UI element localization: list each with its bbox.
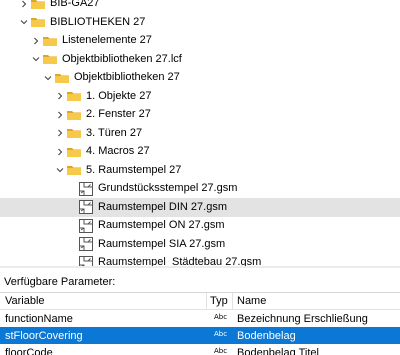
gsm-object-icon <box>78 218 94 234</box>
params-table[interactable]: Variable Typ Name functionName Abc Bezeich… <box>0 292 400 355</box>
collapse-chevron-icon[interactable] <box>54 161 66 180</box>
column-header-name[interactable]: Name <box>237 295 266 307</box>
tree-item[interactable]: 2. Fenster 27 <box>0 105 400 124</box>
tree-item-label: Raumstempel ON 27.gsm <box>98 216 225 235</box>
tree-item[interactable]: 5. Raumstempel 27 <box>0 161 400 180</box>
folder-icon <box>66 88 82 104</box>
tree-item-label: 2. Fenster 27 <box>86 105 151 124</box>
tree-indent-spacer <box>66 216 78 235</box>
params-table-header: Variable Typ Name <box>0 293 400 310</box>
tree-indent-spacer <box>66 198 78 217</box>
tree-item[interactable]: 1. Objekte 27 <box>0 87 400 106</box>
tree-item[interactable]: Grundstücksstempel 27.gsm <box>0 179 400 198</box>
param-row[interactable]: stFloorCovering Abc Bodenbelag <box>0 327 400 344</box>
folder-icon <box>66 107 82 123</box>
tree-item-label: 4. Macros 27 <box>86 142 150 161</box>
tree-indent-spacer <box>66 253 78 266</box>
folder-icon <box>30 0 46 12</box>
tree-item-label: Raumstempel DIN 27.gsm <box>98 198 227 217</box>
params-title: Verfügbare Parameter: <box>4 276 115 289</box>
tree-indent-spacer <box>66 235 78 254</box>
tree-item-label: Raumstempel_Städtebau 27.gsm <box>98 253 261 266</box>
gsm-object-icon <box>78 199 94 215</box>
tree-item[interactable]: 4. Macros 27 <box>0 142 400 161</box>
tree-item[interactable]: Objektbibliotheken 27 <box>0 68 400 87</box>
folder-icon <box>42 33 58 49</box>
tree-item[interactable]: Raumstempel ON 27.gsm <box>0 216 400 235</box>
expand-chevron-icon[interactable] <box>54 124 66 143</box>
param-name: Bodenbelag <box>237 330 296 342</box>
library-tree[interactable]: BIB-GA27BIBLIOTHEKEN 27Listenelemente 27… <box>0 0 400 266</box>
tree-item[interactable]: Raumstempel_Städtebau 27.gsm <box>0 253 400 266</box>
column-header-variable[interactable]: Variable <box>5 295 45 307</box>
collapse-chevron-icon[interactable] <box>42 68 54 87</box>
expand-chevron-icon[interactable] <box>54 142 66 161</box>
param-variable: functionName <box>5 313 73 325</box>
tree-item[interactable]: Objektbibliotheken 27.lcf <box>0 50 400 69</box>
tree-item-label: 1. Objekte 27 <box>86 87 151 106</box>
tree-item-label: BIBLIOTHEKEN 27 <box>50 13 145 32</box>
text-type-icon: Abc <box>214 313 227 321</box>
param-variable: stFloorCovering <box>5 330 83 342</box>
tree-item-label: Grundstücksstempel 27.gsm <box>98 179 237 198</box>
folder-icon <box>66 125 82 141</box>
tree-item[interactable]: 3. Türen 27 <box>0 124 400 143</box>
tree-item-label: Raumstempel SIA 27.gsm <box>98 235 225 254</box>
tree-item[interactable]: BIBLIOTHEKEN 27 <box>0 13 400 32</box>
column-divider[interactable] <box>232 293 233 309</box>
column-header-type[interactable]: Typ <box>210 295 228 307</box>
expand-chevron-icon[interactable] <box>30 31 42 50</box>
folder-icon <box>54 70 70 86</box>
collapse-chevron-icon[interactable] <box>18 13 30 32</box>
folder-icon <box>42 51 58 67</box>
tree-item[interactable]: Raumstempel SIA 27.gsm <box>0 235 400 254</box>
tree-item[interactable]: BIB-GA27 <box>0 0 400 13</box>
expand-chevron-icon[interactable] <box>54 105 66 124</box>
column-divider[interactable] <box>206 293 207 309</box>
expand-chevron-icon[interactable] <box>18 0 30 13</box>
expand-chevron-icon[interactable] <box>54 87 66 106</box>
param-row[interactable]: functionName Abc Bezeichnung Erschließung <box>0 310 400 327</box>
tree-item-label: 5. Raumstempel 27 <box>86 161 181 180</box>
tree-item-label: Objektbibliotheken 27.lcf <box>62 50 182 69</box>
collapse-chevron-icon[interactable] <box>30 50 42 69</box>
gsm-object-icon <box>78 255 94 267</box>
tree-item-label: Listenelemente 27 <box>62 31 152 50</box>
folder-icon <box>30 14 46 30</box>
gsm-object-icon <box>78 181 94 197</box>
param-row[interactable]: floorCodeAbcBodenbelag Titel <box>0 344 400 355</box>
tree-item[interactable]: Raumstempel DIN 27.gsm <box>0 198 400 217</box>
tree-item-label: Objektbibliotheken 27 <box>74 68 180 87</box>
folder-icon <box>66 144 82 160</box>
tree-indent-spacer <box>66 179 78 198</box>
folder-icon <box>66 162 82 178</box>
text-type-icon: Abc <box>214 330 227 338</box>
tree-item[interactable]: Listenelemente 27 <box>0 31 400 50</box>
tree-item-label: BIB-GA27 <box>50 0 100 13</box>
panel-splitter[interactable] <box>0 266 400 268</box>
tree-item-label: 3. Türen 27 <box>86 124 142 143</box>
param-name: Bezeichnung Erschließung <box>237 313 368 325</box>
gsm-object-icon <box>78 236 94 252</box>
